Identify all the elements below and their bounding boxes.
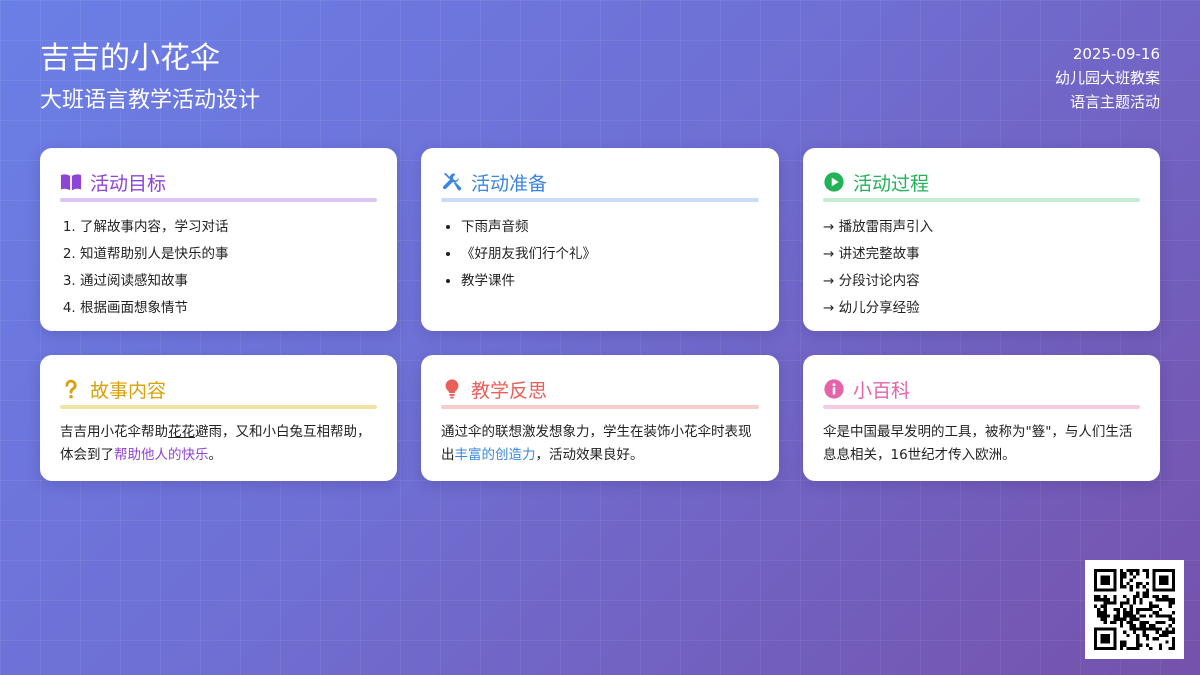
qr-code (1085, 560, 1184, 659)
tools-icon (441, 171, 463, 193)
reflection-card: 教学反思 通过伞的联想激发想象力，学生在装饰小花伞时表现出丰富的创造力，活动效果… (421, 355, 779, 481)
encyclopedia-divider (823, 405, 1140, 409)
list-item: 《好朋友我们行个礼》 (461, 241, 759, 268)
list-item: → 讲述完整故事 (823, 246, 920, 262)
list-item: 知道帮助别人是快乐的事 (80, 241, 377, 268)
encyclopedia-title: 小百科 (853, 379, 911, 402)
reflection-title: 教学反思 (471, 379, 548, 402)
header-meta: 2025-09-16 幼儿园大班教案 语言主题活动 (1055, 42, 1160, 114)
goals-divider (60, 198, 377, 202)
goals-card: 活动目标 了解故事内容，学习对话 知道帮助别人是快乐的事 通过阅读感知故事 根据… (40, 148, 397, 331)
list-item: 根据画面想象情节 (80, 295, 377, 322)
list-item: 了解故事内容，学习对话 (80, 214, 377, 241)
prep-list: 下雨声音频 《好朋友我们行个礼》 教学课件 (441, 214, 759, 295)
process-divider (823, 198, 1140, 202)
lesson-date: 2025-09-16 (1072, 45, 1160, 63)
goals-list: 了解故事内容，学习对话 知道帮助别人是快乐的事 通过阅读感知故事 根据画面想象情… (60, 214, 377, 322)
list-item: → 幼儿分享经验 (823, 300, 920, 316)
story-text: 吉吉用小花伞帮助花花避雨，又和小白兔互相帮助，体会到了帮助他人的快乐。 (60, 421, 377, 467)
story-underlined-name: 花花 (168, 424, 195, 440)
page-subtitle: 大班语言教学活动设计 (40, 88, 261, 113)
info-icon (823, 378, 845, 400)
prep-card: 活动准备 下雨声音频 《好朋友我们行个礼》 教学课件 (421, 148, 779, 331)
process-card: 活动过程 → 播放雷雨声引入 → 讲述完整故事 → 分段讨论内容 → 幼儿分享经… (803, 148, 1160, 331)
lesson-theme: 语言主题活动 (1069, 93, 1160, 111)
list-item: → 播放雷雨声引入 (823, 219, 934, 235)
prep-divider (441, 198, 759, 202)
story-highlight: 帮助他人的快乐 (114, 447, 209, 463)
reflection-divider (441, 405, 759, 409)
encyclopedia-text: 伞是中国最早发明的工具，被称为"簦"，与人们生活息息相关，16世纪才传入欧洲。 (823, 424, 1133, 463)
reflection-text-part: ，活动效果良好。 (535, 447, 644, 463)
process-list: → 播放雷雨声引入 → 讲述完整故事 → 分段讨论内容 → 幼儿分享经验 (823, 214, 1140, 322)
story-text-part: 吉吉用小花伞帮助 (60, 424, 168, 440)
story-text-part: 。 (208, 447, 223, 463)
goals-title: 活动目标 (90, 172, 167, 195)
qr-code-image (1094, 569, 1175, 650)
story-title: 故事内容 (90, 379, 167, 402)
lesson-grade: 幼儿园大班教案 (1054, 69, 1160, 87)
encyclopedia-card: 小百科 伞是中国最早发明的工具，被称为"簦"，与人们生活息息相关，16世纪才传入… (803, 355, 1160, 481)
story-card: 故事内容 吉吉用小花伞帮助花花避雨，又和小白兔互相帮助，体会到了帮助他人的快乐。 (40, 355, 397, 481)
book-icon (60, 171, 82, 193)
reflection-highlight: 丰富的创造力 (454, 447, 536, 463)
lightbulb-icon (441, 378, 463, 400)
question-icon (60, 378, 82, 400)
page-title: 吉吉的小花伞 (40, 41, 220, 76)
list-item: 教学课件 (461, 268, 759, 295)
list-item: 通过阅读感知故事 (80, 268, 377, 295)
story-divider (60, 405, 377, 409)
list-item: 下雨声音频 (461, 214, 759, 241)
process-title: 活动过程 (853, 172, 930, 195)
list-item: → 分段讨论内容 (823, 273, 920, 289)
prep-title: 活动准备 (471, 172, 548, 195)
play-icon (823, 171, 845, 193)
page-header: 吉吉的小花伞 大班语言教学活动设计 (40, 40, 260, 116)
reflection-text: 通过伞的联想激发想象力，学生在装饰小花伞时表现出丰富的创造力，活动效果良好。 (441, 421, 759, 467)
